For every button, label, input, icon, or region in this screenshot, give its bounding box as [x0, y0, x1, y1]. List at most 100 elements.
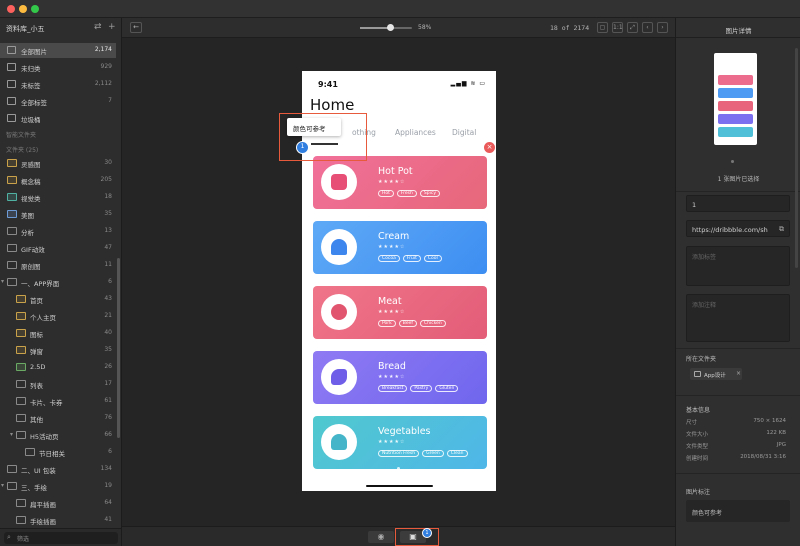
minimize-window-button[interactable] — [19, 5, 27, 13]
thumb-card — [718, 101, 753, 111]
thumb-card — [718, 75, 753, 85]
url-field[interactable]: https://dribbble.com/sh ⧉ — [686, 220, 790, 237]
library-header[interactable]: 资料库_小五 ⇄ + — [0, 18, 121, 38]
main-canvas: ← 58% 18 of 2174 ▢ 1:1 ⤢ ‹ › 9:41 ▂▄▆ ≋ … — [122, 18, 675, 546]
folder-item[interactable]: 分析 13 — [0, 224, 116, 239]
folder-count: 26 — [104, 363, 112, 370]
folder-item[interactable]: 手绘插画 41 — [0, 513, 116, 528]
folder-label: 灵感图 — [21, 161, 41, 169]
folder-icon — [7, 261, 17, 269]
folder-item[interactable]: ▾ 三、手绘 19 — [0, 479, 116, 494]
folder-icon — [7, 278, 17, 286]
folder-item[interactable]: 原创图 11 — [0, 258, 116, 273]
folder-label: 弹窗 — [30, 348, 43, 356]
card-title: Vegetables — [378, 426, 431, 437]
previous-image-icon[interactable]: ‹ — [642, 22, 653, 33]
sidebar-item-uncategorized[interactable]: 未归类 929 — [0, 60, 116, 75]
phone-home-indicator — [366, 485, 433, 487]
fit-screen-icon[interactable]: ▢ — [597, 22, 608, 33]
swap-icon[interactable]: ⇄ — [94, 22, 102, 32]
card-tags: Pork Beef Chicken — [378, 320, 449, 328]
folder-item[interactable]: 节日相关 6 — [0, 445, 116, 460]
sidebar-scrollbar[interactable] — [117, 258, 120, 438]
name-field[interactable]: 1 — [686, 195, 790, 212]
smart-folders-heading[interactable]: 智能文件夹 — [6, 130, 36, 139]
folder-item[interactable]: GIF动效 47 — [0, 241, 116, 256]
folder-count: 205 — [100, 176, 112, 183]
zoom-slider-handle[interactable] — [386, 24, 394, 31]
sidebar-item-trash[interactable]: 垃圾桶 — [0, 111, 116, 126]
folder-icon — [16, 414, 26, 422]
filter-input[interactable]: ⌕ 筛选 — [4, 532, 118, 544]
next-image-icon[interactable]: › — [657, 22, 668, 33]
folder-count: 17 — [104, 380, 112, 387]
annotation-list-item[interactable]: 颜色可参考 — [686, 500, 790, 522]
rating-stars: ★★★★☆ — [378, 439, 406, 445]
expand-arrow-icon[interactable]: ▾ — [10, 431, 13, 438]
open-link-icon[interactable]: ⧉ — [779, 225, 784, 234]
folder-item[interactable]: 列表 17 — [0, 377, 116, 392]
tag: Beef — [398, 320, 417, 327]
eye-icon[interactable]: ◉ — [368, 531, 394, 543]
folder-item[interactable]: 其他 76 — [0, 411, 116, 426]
sidebar-item-count: 2,174 — [94, 46, 112, 53]
annotation-close-icon[interactable]: × — [484, 142, 495, 153]
folder-item[interactable]: 美图 35 — [0, 207, 116, 222]
folder-item[interactable]: 图标 40 — [0, 326, 116, 341]
tag: Chicken — [419, 320, 446, 327]
expand-arrow-icon[interactable]: ▾ — [1, 482, 4, 489]
close-window-button[interactable] — [7, 5, 15, 13]
folder-count: 13 — [104, 227, 112, 234]
sidebar-item-all-images[interactable]: 全部图片 2,174 — [0, 43, 116, 58]
annotation-popup[interactable]: 颜色可参考 — [287, 118, 341, 136]
folder-item[interactable]: 二、UI 包装 134 — [0, 462, 116, 477]
bread-icon — [331, 369, 347, 385]
food-card: Cream ★★★★☆ Cocoa Fruit Cool — [313, 221, 487, 274]
folder-item[interactable]: 个人主页 21 — [0, 309, 116, 324]
folder-item[interactable]: ▾ 一、APP界面 6 — [0, 275, 116, 290]
notes-field[interactable]: 添加注释 — [686, 294, 790, 342]
fullscreen-icon[interactable]: ⤢ — [627, 22, 638, 33]
info-value: 750 × 1624 — [753, 418, 786, 424]
info-value: JPG — [776, 442, 786, 448]
folder-count: 11 — [104, 261, 112, 268]
panel-scrollbar[interactable] — [795, 48, 798, 268]
folder-label: 首页 — [30, 297, 43, 305]
folder-item[interactable]: 扁平插画 64 — [0, 496, 116, 511]
folder-item[interactable]: 卡片、卡券 61 — [0, 394, 116, 409]
folders-heading[interactable]: 文件夹 (25) — [6, 145, 38, 154]
actual-size-icon[interactable]: 1:1 — [612, 22, 623, 33]
maximize-window-button[interactable] — [31, 5, 39, 13]
folder-icon — [16, 431, 26, 439]
remove-folder-icon[interactable]: × — [736, 370, 741, 377]
meat-icon — [331, 304, 347, 320]
folder-count: 35 — [104, 346, 112, 353]
viewer-toolbar: ← 58% 18 of 2174 ▢ 1:1 ⤢ ‹ › — [122, 18, 675, 38]
folder-icon — [7, 210, 17, 218]
folder-item[interactable]: 灵感图 30 — [0, 156, 116, 171]
folder-item[interactable]: 弹窗 35 — [0, 343, 116, 358]
folder-chip[interactable]: App设计 × — [690, 368, 742, 380]
image-thumbnail[interactable] — [714, 53, 757, 145]
folder-count: 61 — [104, 397, 112, 404]
tags-field[interactable]: 添加标签 — [686, 246, 790, 286]
sidebar-item-untagged[interactable]: 未标签 2,112 — [0, 77, 116, 92]
zoom-label: 58% — [418, 24, 432, 31]
library-title: 资料库_小五 — [6, 25, 45, 33]
folder-item[interactable]: 视觉类 18 — [0, 190, 116, 205]
folder-count: 76 — [104, 414, 112, 421]
folder-item[interactable]: 概念稿 205 — [0, 173, 116, 188]
back-button[interactable]: ← — [130, 22, 142, 33]
folder-item[interactable]: 首页 43 — [0, 292, 116, 307]
sidebar-item-all-tags[interactable]: 全部标签 7 — [0, 94, 116, 109]
divider — [676, 37, 800, 38]
annotation-badge[interactable]: 1 — [296, 141, 309, 154]
add-icon[interactable]: + — [108, 22, 116, 32]
expand-arrow-icon[interactable]: ▾ — [1, 278, 4, 285]
folder-item[interactable]: ▾ H5活动页 66 — [0, 428, 116, 443]
folder-icon — [7, 227, 17, 235]
folder-label: 手绘插画 — [30, 518, 56, 526]
page-dot — [397, 467, 400, 470]
folder-count: 43 — [104, 295, 112, 302]
folder-item[interactable]: 2.5D 26 — [0, 360, 116, 375]
